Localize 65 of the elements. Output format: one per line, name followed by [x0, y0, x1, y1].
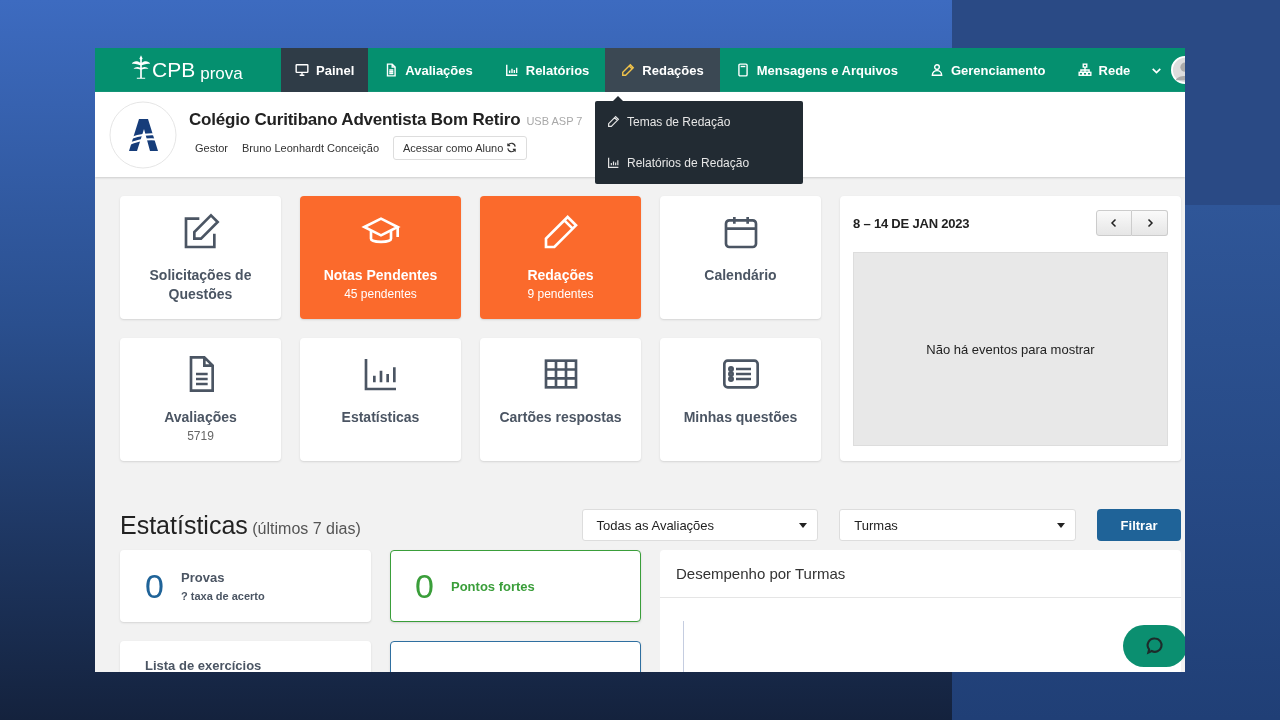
nav-tab[interactable]: Avaliações: [368, 48, 489, 92]
stat-label: Lista de exercícios: [145, 658, 262, 672]
pencil-icon: [607, 115, 620, 128]
tile-count: 5719: [187, 429, 214, 443]
calendar-range: 8 – 14 DE JAN 2023: [853, 215, 970, 231]
stat-subtitle: ? taxa de acerto: [181, 590, 265, 602]
school-code: USB ASP 7: [526, 114, 583, 127]
tile-label: Notas Pendentes: [322, 266, 439, 285]
tile-label: Calendário: [703, 266, 778, 285]
brand-product: prova: [200, 64, 243, 84]
tile-label: Solicitações de Questões: [148, 266, 253, 304]
chart-title: Desempenho por Turmas: [676, 565, 846, 582]
dashboard-tile[interactable]: Avaliações 5719: [120, 338, 281, 461]
chat-button[interactable]: [1123, 625, 1185, 667]
chart-axis: [683, 621, 684, 672]
tile-count: 45 pendentes: [344, 287, 417, 301]
next-button[interactable]: [1132, 210, 1168, 236]
section-title: Estatísticas (últimos 7 dias): [120, 510, 362, 540]
user-name: Bruno Leonhardt Conceição: [242, 141, 379, 154]
dashboard-tile[interactable]: Minhas questões: [660, 338, 821, 461]
pencil-icon: [621, 63, 636, 77]
monitor-icon: [295, 63, 309, 77]
document-icon: [384, 63, 399, 77]
chat-bubble-icon: [1145, 636, 1165, 656]
tile-label: Estatísticas: [340, 408, 421, 427]
school-name: Colégio Curitibano Adventista Bom Retiro: [189, 109, 521, 130]
tile-label: Avaliações: [163, 408, 238, 427]
refresh-icon: [506, 142, 518, 153]
nav-tab[interactable]: Rede: [1061, 48, 1147, 92]
empty-message: Não há eventos para mostrar: [926, 341, 1095, 357]
previous-button[interactable]: [1096, 210, 1132, 236]
tile-label: Minhas questões: [682, 408, 799, 427]
nav-tab[interactable]: Redações: [605, 48, 720, 92]
stat-value: 0: [145, 566, 165, 606]
dashboard-tile[interactable]: Cartões respostas: [480, 338, 641, 461]
tree-logo-icon: [131, 54, 151, 80]
tile-label: Cartões respostas: [498, 408, 623, 427]
tile-count: 9 pendentes: [527, 287, 594, 301]
nav-tab[interactable]: Painel: [281, 48, 369, 92]
filter-button[interactable]: Filtrar: [1097, 509, 1181, 541]
stat-label: Provas: [181, 570, 226, 585]
menu-item[interactable]: Relatórios de Redação: [595, 142, 803, 183]
brand-name: CPB: [152, 58, 196, 82]
dashboard-tile[interactable]: Estatísticas: [300, 338, 461, 461]
nav-tab[interactable]: Mensagens e Arquivos: [719, 48, 914, 92]
bar-chart-icon: [504, 63, 519, 77]
nav-tab[interactable]: Relatórios: [488, 48, 606, 92]
sitemap-icon: [1077, 63, 1092, 77]
person-icon: [929, 63, 944, 77]
user-role: Gestor: [195, 141, 228, 154]
filter-select[interactable]: Turmas: [839, 509, 1077, 541]
bar-chart-icon: [607, 156, 620, 169]
caret-icon: [799, 522, 808, 528]
book-icon: [735, 63, 750, 77]
tile-label: Redações: [526, 266, 595, 285]
school-logo-icon: [109, 100, 177, 169]
filter-select[interactable]: Todas as Avaliações: [581, 509, 819, 541]
caret-icon: [1057, 522, 1066, 528]
stat-label: Pontos fortes: [451, 578, 535, 594]
stat-value: 0: [415, 566, 435, 606]
menu-item[interactable]: Temas de Redação: [595, 101, 803, 142]
dashboard-tile[interactable]: Solicitações de Questões: [120, 196, 281, 319]
dashboard-tile[interactable]: Calendário: [660, 196, 821, 319]
nav-tab[interactable]: Gerenciamento: [913, 48, 1062, 92]
access-as-student-button[interactable]: Acessar como Aluno: [393, 135, 528, 160]
